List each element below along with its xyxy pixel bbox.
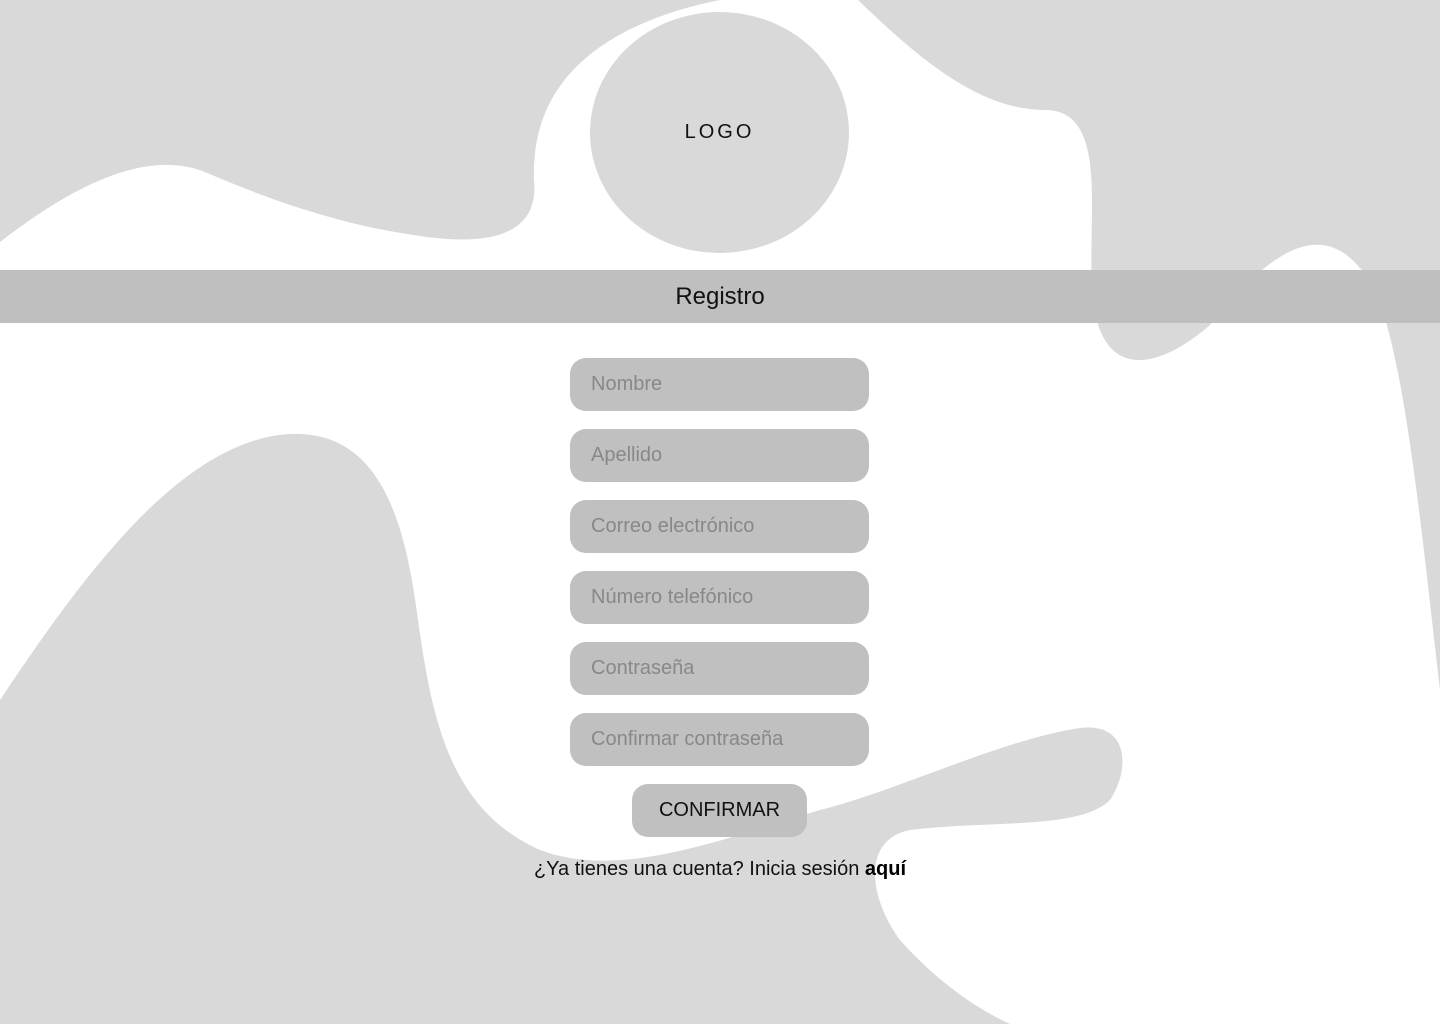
last-name-input[interactable] xyxy=(570,429,869,482)
page-title-band: Registro xyxy=(0,270,1440,323)
confirm-password-input[interactable] xyxy=(570,713,869,766)
login-prompt: ¿Ya tienes una cuenta? Inicia sesión aqu… xyxy=(0,858,1440,881)
confirm-button[interactable]: CONFIRMAR xyxy=(632,784,807,837)
email-input[interactable] xyxy=(570,500,869,553)
page-title: Registro xyxy=(675,282,765,310)
login-prompt-text: ¿Ya tienes una cuenta? Inicia sesión xyxy=(533,858,860,880)
logo-label: LOGO xyxy=(684,121,755,143)
phone-input[interactable] xyxy=(570,571,869,624)
logo: LOGO xyxy=(590,12,849,253)
first-name-input[interactable] xyxy=(570,358,869,411)
bottom-left-blob-shape xyxy=(0,433,1123,1024)
password-input[interactable] xyxy=(570,642,869,695)
login-link[interactable]: aquí xyxy=(865,858,906,880)
top-right-blob-shape xyxy=(858,0,1440,690)
